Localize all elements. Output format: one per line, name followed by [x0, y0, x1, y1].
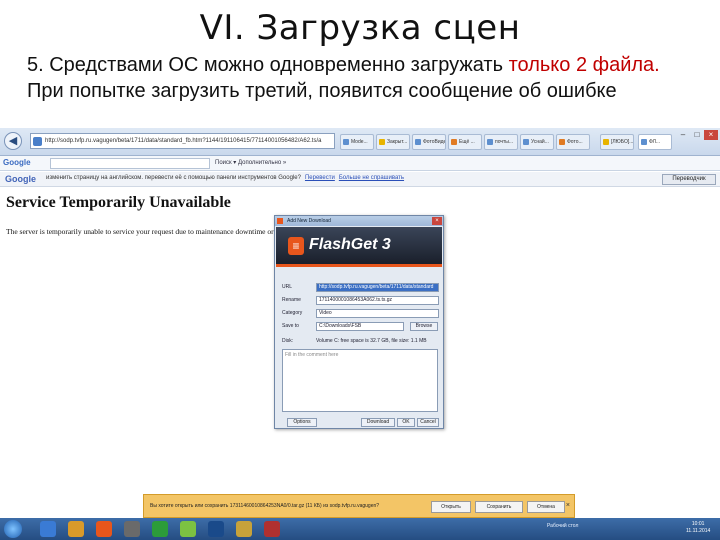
maximize-icon[interactable]: □ [690, 130, 704, 140]
brand-name: FlashGet 3 [309, 236, 391, 253]
close-icon[interactable]: × [704, 130, 718, 140]
open-button[interactable]: Открыть [431, 501, 471, 513]
rename-field[interactable]: 1711400001086453A062.ts.ts.gz [316, 296, 439, 305]
tab-3[interactable]: ФотоВиде... [412, 134, 446, 150]
url-label: URL [282, 284, 293, 290]
browser-screenshot: ◀ http://sodp.tvfp.ru.vagugen/beta/1711/… [0, 128, 720, 540]
translate-message: изменить страницу на английском. перевес… [46, 175, 404, 181]
tab-1[interactable]: Mode... [340, 134, 374, 150]
error-heading: Service Temporarily Unavailable [6, 194, 231, 211]
category-label: Category [282, 310, 303, 316]
tab-4[interactable]: Ещё ... [448, 134, 482, 150]
cancel-button[interactable]: Cancel [417, 418, 439, 427]
slide-body-text: 5. Средствами ОС можно одновременно загр… [27, 52, 687, 104]
taskbar: Рабочий стол 10:01 11.11.2014 [0, 518, 720, 540]
folder-icon[interactable] [236, 521, 252, 537]
download-notification-bar: Вы хотите открыть или сохранить 17311460… [143, 494, 575, 518]
dialog-close-icon[interactable]: × [432, 217, 442, 225]
dialog-banner: ≡ FlashGet 3 [276, 227, 442, 267]
save-button[interactable]: Сохранить [475, 501, 523, 513]
save-path-field[interactable]: C:\Downloads\FSB [316, 322, 404, 331]
translate-text: изменить страницу на английском. перевес… [46, 175, 301, 181]
browser-toolbar: ◀ http://sodp.tvfp.ru.vagugen/beta/1711/… [0, 128, 720, 156]
google-search-input[interactable] [50, 158, 210, 169]
back-icon[interactable]: ◀ [4, 132, 22, 150]
translate-link[interactable]: Перевести [305, 175, 335, 181]
download-dialog: Add New Download × ≡ FlashGet 3 URL http… [274, 215, 444, 429]
minimize-icon[interactable]: – [676, 130, 690, 140]
settings-icon[interactable] [124, 521, 140, 537]
tab-9[interactable]: ФЛ... [638, 134, 672, 150]
address-bar[interactable]: http://sodp.tvfp.ru.vagugen/beta/1711/da… [30, 133, 335, 149]
tab-6[interactable]: Уснай... [520, 134, 554, 150]
dialog-title: Add New Download [275, 216, 443, 226]
slide-text-part1: 5. Средствами ОС можно одновременно загр… [27, 54, 509, 76]
clock-date: 11.11.2014 [686, 528, 711, 534]
slide-title: VI. Загрузка сцен [199, 8, 521, 48]
photoshop-icon[interactable] [208, 521, 224, 537]
google-toolbar: Google Поиск ▾ Дополнительно » [0, 156, 720, 171]
save-label: Save to [282, 323, 299, 329]
slide-text-part2: При попытке загрузить третий, появится с… [27, 80, 617, 102]
tab-5[interactable]: почты... [484, 134, 518, 150]
clock[interactable]: 10:01 11.11.2014 [686, 521, 710, 535]
flashget-taskbar-icon[interactable] [96, 521, 112, 537]
translator-button[interactable]: Переводчик [662, 174, 716, 185]
comment-field[interactable]: Fill in the comment here [282, 349, 438, 412]
powerpoint-icon[interactable] [264, 521, 280, 537]
cancel-download-button[interactable]: Отмена [527, 501, 565, 513]
disk-info: Volume C: free space is 32.7 GB, file si… [316, 338, 427, 344]
options-button[interactable]: Options [287, 418, 317, 427]
translate-bar: Google изменить страницу на английском. … [0, 172, 720, 187]
notification-text: Вы хотите открыть или сохранить 17311460… [150, 503, 380, 509]
address-text: http://sodp.tvfp.ru.vagugen/beta/1711/da… [45, 138, 322, 144]
google-logo: Google [5, 174, 36, 184]
ok-button[interactable]: OK [397, 418, 415, 427]
tab-8[interactable]: [ЛЮБО]... [600, 134, 634, 150]
slide-text-highlight: только 2 файла. [508, 54, 660, 76]
tray-label: Рабочий стол [547, 523, 579, 529]
ie-icon[interactable] [40, 521, 56, 537]
puzzle-icon[interactable] [180, 521, 196, 537]
tab-7[interactable]: Фото... [556, 134, 590, 150]
favicon-icon [33, 137, 42, 146]
app-icon[interactable] [152, 521, 168, 537]
url-field[interactable]: http://sodp.tvfp.ru.vagugen/beta/1711/da… [316, 283, 439, 292]
tab-2[interactable]: Закрыт... [376, 134, 410, 150]
disk-label: Disk: [282, 338, 294, 344]
google-label: Google [3, 158, 31, 167]
explorer-icon[interactable] [68, 521, 84, 537]
category-select[interactable]: Video [316, 309, 439, 318]
notification-close-icon[interactable]: × [566, 502, 570, 509]
dialog-title-text: Add New Download [287, 218, 331, 224]
rename-label: Rename [282, 297, 301, 303]
download-button[interactable]: Download [361, 418, 395, 427]
start-button-icon[interactable] [4, 520, 22, 538]
flashget-logo-icon: ≡ [288, 237, 304, 255]
never-ask-link[interactable]: Больше не спрашивать [339, 175, 404, 181]
clock-time: 10:01 [691, 521, 705, 527]
flashget-icon [277, 218, 283, 224]
google-toolbar-text[interactable]: Поиск ▾ Дополнительно » [215, 159, 286, 166]
browse-button[interactable]: Browse [410, 322, 438, 331]
